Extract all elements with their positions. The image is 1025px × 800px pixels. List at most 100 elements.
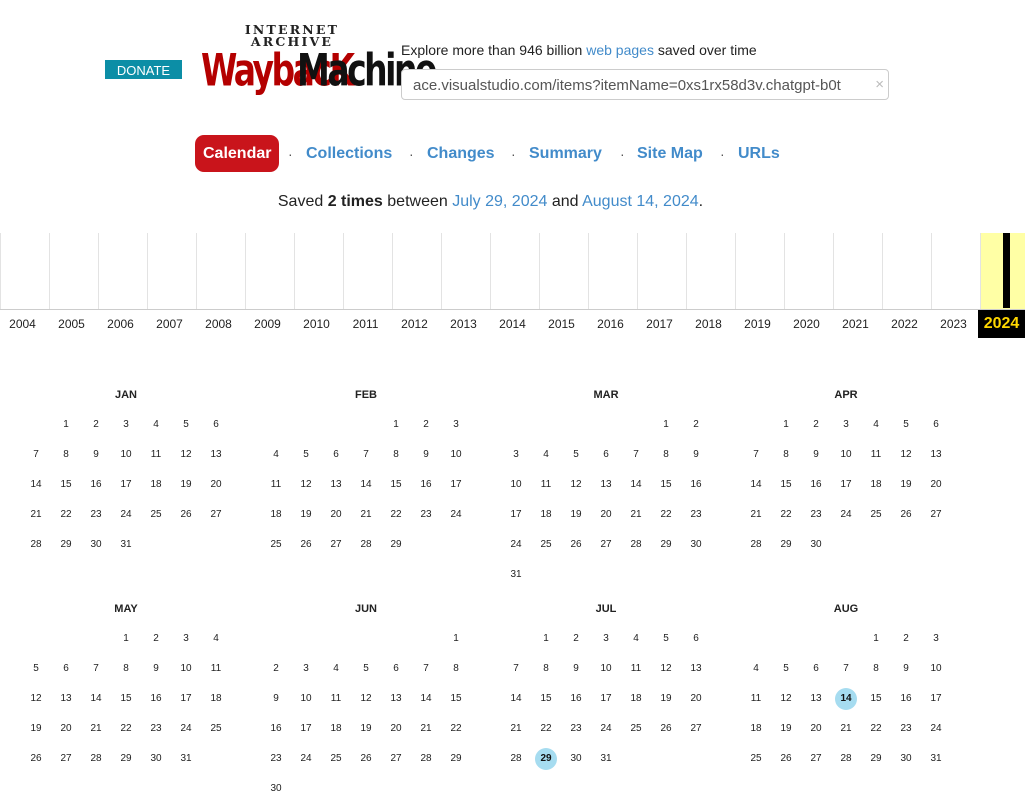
year-2009[interactable]: 2009 (243, 310, 292, 338)
year-2019[interactable]: 2019 (733, 310, 782, 338)
calendar-day: 15 (60, 479, 72, 490)
calendar-day: 7 (93, 663, 99, 674)
year-2018[interactable]: 2018 (684, 310, 733, 338)
calendar-day: 4 (543, 449, 549, 460)
year-2020[interactable]: 2020 (782, 310, 831, 338)
calendar-day: 16 (270, 723, 282, 734)
url-input[interactable] (413, 75, 861, 95)
sparkline-year-2014[interactable] (490, 233, 539, 309)
sparkline-year-2020[interactable] (784, 233, 833, 309)
calendar-day: 30 (810, 539, 822, 550)
year-2014[interactable]: 2014 (488, 310, 537, 338)
calendar-day: 10 (180, 663, 192, 674)
calendar-day: 21 (840, 723, 852, 734)
calendar-day: 21 (750, 509, 762, 520)
year-2017[interactable]: 2017 (635, 310, 684, 338)
clear-icon[interactable]: × (875, 76, 884, 93)
calendar-day: 22 (870, 723, 882, 734)
tab-urls[interactable]: URLs (738, 135, 780, 172)
wayback-machine-logo[interactable]: INTERNET ARCHIVE WaybacK Machine (201, 23, 437, 96)
calendar-day: 19 (900, 479, 912, 490)
sparkline-year-2007[interactable] (147, 233, 196, 309)
sparkline-year-2005[interactable] (49, 233, 98, 309)
sparkline-year-2004[interactable] (0, 233, 49, 309)
year-2012[interactable]: 2012 (390, 310, 439, 338)
calendar-day: 8 (783, 449, 789, 460)
sparkline-year-2016[interactable] (588, 233, 637, 309)
year-2006[interactable]: 2006 (96, 310, 145, 338)
calendar-day: 21 (30, 509, 42, 520)
year-2015[interactable]: 2015 (537, 310, 586, 338)
calendar-day: 11 (870, 449, 882, 460)
calendar-day: 10 (600, 663, 612, 674)
calendar-day: 1 (873, 633, 879, 644)
year-2005[interactable]: 2005 (47, 310, 96, 338)
sparkline-year-2010[interactable] (294, 233, 343, 309)
calendar-day: 27 (600, 539, 612, 550)
calendar-day: 9 (813, 449, 819, 460)
tab-collections[interactable]: Collections (306, 135, 392, 172)
calendar-day: 1 (393, 419, 399, 430)
tab-site-map[interactable]: Site Map (637, 135, 703, 172)
saved-prefix: Saved (277, 193, 328, 210)
sparkline-year-2011[interactable] (343, 233, 392, 309)
calendar-day: 17 (450, 479, 462, 490)
calendar-day: 9 (573, 663, 579, 674)
calendar-day: 15 (870, 693, 882, 704)
sparkline-year-2006[interactable] (98, 233, 147, 309)
calendar-day: 29 (780, 539, 792, 550)
sparkline-year-2021[interactable] (833, 233, 882, 309)
year-2008[interactable]: 2008 (194, 310, 243, 338)
calendar-day: 4 (753, 663, 759, 674)
calendar-day: 8 (873, 663, 879, 674)
calendar-day: 7 (423, 663, 429, 674)
sparkline-year-2017[interactable] (637, 233, 686, 309)
sparkline-year-2008[interactable] (196, 233, 245, 309)
year-2016[interactable]: 2016 (586, 310, 635, 338)
tab-separator: · (288, 146, 293, 162)
calendar-day: 17 (120, 479, 132, 490)
year-2011[interactable]: 2011 (341, 310, 390, 338)
calendar-day: 20 (600, 509, 612, 520)
web-pages-link[interactable]: web pages (586, 42, 654, 58)
year-2023[interactable]: 2023 (929, 310, 978, 338)
sparkline-year-2013[interactable] (441, 233, 490, 309)
calendar-day: 4 (873, 419, 879, 430)
year-2010[interactable]: 2010 (292, 310, 341, 338)
year-2004[interactable]: 2004 (0, 310, 47, 338)
snapshot-day[interactable]: 14 (835, 688, 857, 710)
sparkline-year-2018[interactable] (686, 233, 735, 309)
calendar-day: 18 (630, 693, 642, 704)
sparkline-year-2015[interactable] (539, 233, 588, 309)
last-capture-link[interactable]: August 14, 2024 (582, 193, 699, 210)
year-2013[interactable]: 2013 (439, 310, 488, 338)
sparkline-year-2012[interactable] (392, 233, 441, 309)
year-2024[interactable]: 2024 (978, 310, 1025, 338)
calendar-day: 4 (153, 419, 159, 430)
tab-calendar[interactable]: Calendar (195, 135, 280, 172)
calendar-day: 22 (60, 509, 72, 520)
calendar-day: 23 (570, 723, 582, 734)
calendar-day: 15 (390, 479, 402, 490)
sparkline-year-2023[interactable] (931, 233, 980, 309)
sparkline-year-2019[interactable] (735, 233, 784, 309)
snapshot-day[interactable]: 29 (535, 748, 557, 770)
tab-changes[interactable]: Changes (427, 135, 495, 172)
donate-button[interactable]: DONATE (105, 60, 182, 79)
calendar-day: 26 (360, 753, 372, 764)
year-2022[interactable]: 2022 (880, 310, 929, 338)
calendar-day: 27 (390, 753, 402, 764)
first-capture-link[interactable]: July 29, 2024 (452, 193, 547, 210)
year-2007[interactable]: 2007 (145, 310, 194, 338)
calendar-day: 14 (420, 693, 432, 704)
tab-summary[interactable]: Summary (529, 135, 602, 172)
year-2021[interactable]: 2021 (831, 310, 880, 338)
calendar-day: 7 (33, 449, 39, 460)
calendar-day: 12 (900, 449, 912, 460)
calendar-day: 28 (30, 539, 42, 550)
sparkline-year-2022[interactable] (882, 233, 931, 309)
tab-separator: · (620, 146, 625, 162)
calendar-day: 25 (540, 539, 552, 550)
saved-and: and (547, 193, 583, 210)
sparkline-year-2009[interactable] (245, 233, 294, 309)
